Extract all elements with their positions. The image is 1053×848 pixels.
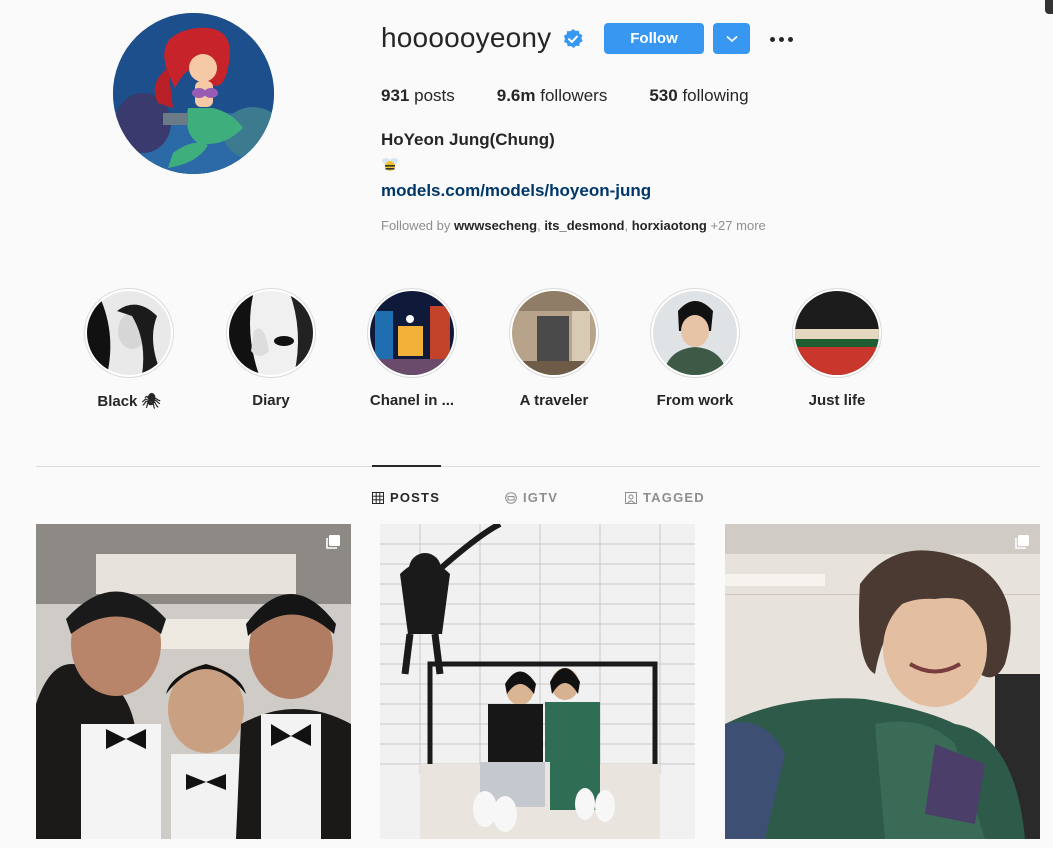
verified-badge-icon [563, 29, 583, 48]
highlight-cover [795, 291, 879, 375]
highlight-cover [370, 291, 454, 375]
tabs-divider [36, 466, 1040, 467]
highlight-cover [87, 291, 171, 375]
highlight-cover [653, 291, 737, 375]
more-options-icon[interactable] [766, 27, 796, 51]
followed-by-user[interactable]: horxiaotong [632, 218, 707, 233]
grid-icon [372, 491, 384, 504]
highlight-just-life[interactable]: Just life [787, 288, 887, 409]
post-thumbnail[interactable] [380, 524, 695, 839]
highlight-label: Diary [252, 392, 290, 409]
suggested-dropdown-button[interactable] [713, 23, 750, 54]
tab-posts[interactable]: POSTS [372, 490, 440, 505]
tagged-icon [625, 491, 637, 504]
highlight-cover [229, 291, 313, 375]
highlight-label: From work [656, 392, 734, 409]
chevron-down-icon [725, 35, 738, 42]
profile-avatar[interactable] [113, 13, 274, 174]
multiple-photos-icon [1015, 535, 1029, 549]
following-link[interactable]: 530 following [649, 86, 748, 106]
post-thumbnail[interactable] [36, 524, 351, 839]
highlight-label: Just life [808, 392, 866, 409]
followed-by-user[interactable]: wwwsecheng [454, 218, 537, 233]
active-tab-indicator [372, 465, 441, 467]
followed-by-user[interactable]: its_desmond [544, 218, 624, 233]
highlight-black[interactable]: Black 🕷 [79, 288, 179, 410]
profile-stats: 931 posts 9.6m followers 530 following [381, 86, 791, 106]
profile-website-link[interactable]: models.com/models/hoyeon-jung [381, 181, 651, 201]
igtv-icon [505, 491, 517, 504]
tab-igtv[interactable]: IGTV [505, 490, 558, 505]
scrollbar-thumb[interactable] [1045, 0, 1053, 14]
profile-username: hoooooyeony [381, 22, 552, 53]
followers-link[interactable]: 9.6m followers [497, 86, 608, 106]
highlight-from-work[interactable]: From work [645, 288, 745, 409]
highlight-label: Black 🕷 [97, 393, 161, 410]
tab-tagged[interactable]: TAGGED [625, 490, 705, 505]
post-thumbnail[interactable] [725, 524, 1040, 839]
posts-count: 931 posts [381, 86, 455, 105]
profile-full-name: HoYeon Jung(Chung) [381, 130, 555, 149]
multiple-photos-icon [326, 535, 340, 549]
bee-emoji-icon [382, 158, 398, 171]
highlight-diary[interactable]: Diary [221, 288, 321, 409]
highlight-chanel[interactable]: Chanel in ... [362, 288, 462, 409]
followed-by-text[interactable]: Followed by wwwsecheng, its_desmond, hor… [381, 218, 766, 233]
highlight-traveler[interactable]: A traveler [504, 288, 604, 409]
highlight-label: Chanel in ... [369, 392, 455, 409]
highlight-cover [512, 291, 596, 375]
highlight-label: A traveler [519, 392, 589, 409]
follow-button[interactable]: Follow [604, 23, 704, 54]
